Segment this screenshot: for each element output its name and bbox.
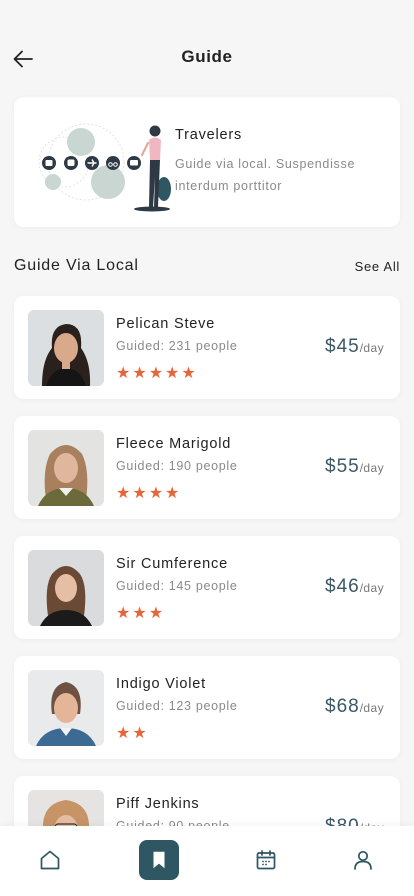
- price: $55/day: [325, 456, 384, 478]
- travelers-card[interactable]: Travelers Guide via local. Suspendisse i…: [14, 97, 400, 227]
- star-icon: ★: [132, 725, 147, 742]
- home-icon: [40, 850, 60, 870]
- price-value: $46: [325, 576, 360, 597]
- star-icon: ★: [132, 605, 147, 622]
- star-icon: ★: [148, 365, 164, 382]
- bottom-nav: [0, 826, 414, 896]
- briefcase-icon: [42, 156, 56, 170]
- guide-card[interactable]: Pelican Steve Guided: 231 people ★ ★ ★ ★ ★ $4…: [14, 296, 400, 399]
- price-value: $45: [325, 336, 360, 357]
- promo-description: Guide via local. Suspendisse interdum po…: [175, 157, 356, 193]
- avatar: [28, 430, 104, 506]
- price-value: $55: [325, 456, 360, 477]
- star-icon: ★: [165, 365, 180, 382]
- star-icon: ★: [116, 365, 131, 382]
- avatar: [28, 670, 104, 746]
- star-icon: ★: [132, 485, 147, 502]
- price: $68/day: [325, 696, 384, 718]
- star-icon: ★: [165, 485, 180, 502]
- bike-icon: [106, 156, 120, 170]
- price-value: $68: [325, 696, 360, 717]
- nav-home[interactable]: [30, 840, 70, 880]
- section-title: Guide Via Local: [14, 257, 139, 274]
- guided-count: Guided: 190 people: [116, 459, 238, 473]
- star-icon: ★: [181, 365, 196, 382]
- guide-card[interactable]: Indigo Violet Guided: 123 people ★ ★ $68/d…: [14, 656, 400, 759]
- guide-name: Indigo Violet: [116, 676, 206, 692]
- user-icon: [354, 850, 372, 870]
- van-icon: [127, 156, 141, 170]
- see-all-link[interactable]: See All: [355, 259, 400, 274]
- price: $45/day: [325, 336, 384, 358]
- guide-name: Fleece Marigold: [116, 436, 232, 452]
- guide-name: Pelican Steve: [116, 316, 216, 332]
- nav-profile[interactable]: [343, 840, 383, 880]
- guide-name: Piff Jenkins: [116, 796, 200, 812]
- avatar: [28, 310, 104, 386]
- rating-stars: ★ ★ ★ ★: [116, 486, 179, 502]
- calendar-icon: [256, 850, 276, 870]
- guide-card[interactable]: Fleece Marigold Guided: 190 people ★ ★ ★ ★ $…: [14, 416, 400, 519]
- plane-icon: [85, 156, 99, 170]
- page-title: Guide: [181, 47, 233, 66]
- rating-stars: ★★: [116, 726, 147, 742]
- guide-name: Sir Cumference: [116, 556, 228, 572]
- price-unit: /day: [359, 341, 384, 355]
- price: $46/day: [325, 576, 384, 598]
- rating-stars: ★ ★ ★: [116, 606, 163, 622]
- price-unit: /day: [359, 701, 384, 715]
- star-icon: ★: [148, 485, 164, 502]
- guided-count: Guided: 231 people: [116, 339, 238, 353]
- star-icon: ★: [148, 605, 164, 622]
- bus-icon: [64, 156, 78, 170]
- guided-count: Guided: 123 people: [116, 699, 238, 713]
- star-icon: ★: [132, 365, 147, 382]
- section-header: Guide Via Local See All: [14, 257, 400, 277]
- travelers-illustration: [38, 123, 171, 212]
- traveler-figure: [134, 125, 171, 212]
- rating-stars: ★ ★ ★ ★ ★: [116, 366, 196, 382]
- price-unit: /day: [359, 581, 384, 595]
- guided-count: Guided: 145 people: [116, 579, 238, 593]
- guide-card[interactable]: Sir Cumference Guided: 145 people ★ ★ ★ $46…: [14, 536, 400, 639]
- promo-title: Travelers: [175, 127, 243, 143]
- nav-bookmark[interactable]: [139, 840, 179, 880]
- star-icon: ★: [116, 605, 131, 622]
- avatar: [28, 550, 104, 626]
- bookmark-icon: [153, 851, 165, 869]
- price-unit: /day: [359, 461, 384, 475]
- header: Guide: [0, 0, 414, 96]
- nav-calendar[interactable]: [246, 840, 286, 880]
- star-icon: ★: [116, 725, 131, 742]
- star-icon: ★: [116, 485, 131, 502]
